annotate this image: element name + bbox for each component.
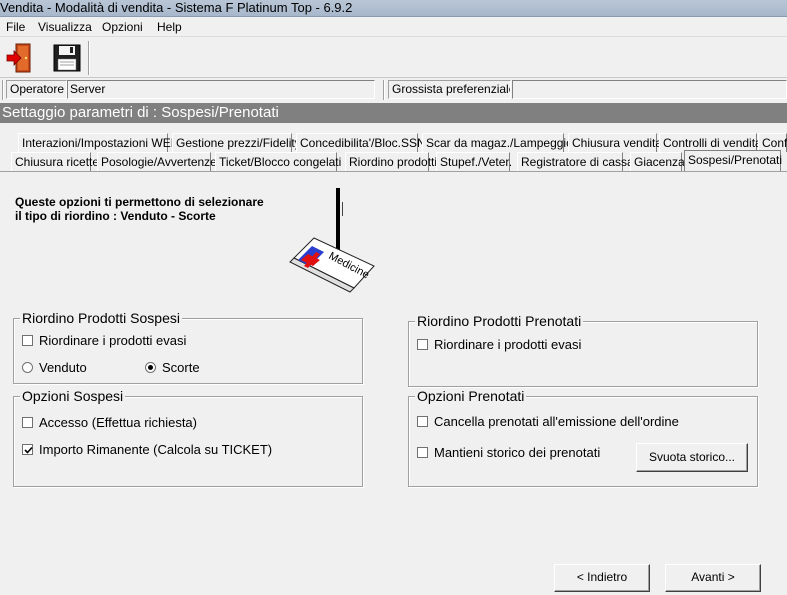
menu-help[interactable]: Help	[156, 19, 183, 35]
prenotati-evasi-label: Riordinare i prodotti evasi	[434, 337, 582, 352]
toolbar-separator	[88, 41, 90, 75]
grossista-field	[512, 80, 787, 99]
tab-riordino-prodotti[interactable]: Riordino prodotti	[345, 152, 437, 171]
radio-circle	[22, 362, 33, 373]
medicine-box-icon: Medicine	[289, 188, 375, 293]
checkbox-box	[22, 417, 33, 428]
svuota-storico-button[interactable]: Svuota storico...	[636, 443, 748, 472]
mantieni-storico-label: Mantieni storico dei prenotati	[434, 445, 601, 460]
title-bar: Vendita - Modalità di vendita - Sistema …	[0, 0, 787, 17]
back-button[interactable]: < Indietro	[554, 564, 650, 592]
info-separator	[2, 80, 4, 100]
tab-concedibilita[interactable]: Concedibilita'/Bloc.SSN	[296, 133, 426, 152]
tab-chiusura-vendita[interactable]: Chiusura vendita	[568, 133, 662, 152]
menu-visualizza[interactable]: Visualizza	[37, 19, 93, 35]
operatore-label: Operatore	[6, 80, 67, 99]
menu-opzioni[interactable]: Opzioni	[101, 19, 144, 35]
floppy-disk-icon	[53, 44, 81, 72]
checkmark-icon	[24, 446, 33, 454]
svuota-storico-label: Svuota storico...	[648, 450, 736, 464]
tab-panel-border	[0, 171, 787, 172]
accesso-label: Accesso (Effettua richiesta)	[39, 415, 197, 430]
importo-rimanente-label: Importo Rimanente (Calcola su TICKET)	[39, 442, 273, 457]
tab-gestione-prezzi[interactable]: Gestione prezzi/Fidelity	[172, 133, 301, 152]
riordino-prenotati-title: Riordino Prodotti Prenotati	[415, 313, 584, 329]
info-separator	[383, 80, 385, 100]
section-header: Settaggio parametri di : Sospesi/Prenota…	[0, 103, 787, 123]
tab-posologie[interactable]: Posologie/Avvertenze	[97, 152, 217, 171]
save-button[interactable]	[50, 41, 84, 75]
venduto-label: Venduto	[39, 360, 87, 375]
operatore-field: Server	[67, 80, 375, 99]
opzioni-prenotati-title: Opzioni Prenotati	[415, 388, 527, 404]
description: Queste opzioni ti permettono di selezion…	[15, 195, 264, 223]
grossista-label: Grossista preferenziale	[388, 80, 511, 99]
description-line2: il tipo di riordino : Venduto - Scorte	[15, 209, 216, 223]
toolbar	[0, 38, 787, 78]
info-bar: Operatore Server Grossista preferenziale	[0, 79, 787, 101]
next-button-label: Avanti >	[691, 570, 735, 584]
opzioni-sospesi-group: Opzioni Sospesi Accesso (Effettua richie…	[13, 388, 363, 487]
tab-giacenza[interactable]: Giacenza	[630, 152, 685, 171]
checkbox-box-checked	[22, 444, 33, 455]
tab-interazioni-web[interactable]: Interazioni/Impostazioni WEB	[18, 133, 179, 152]
opzioni-prenotati-group: Opzioni Prenotati Cancella prenotati all…	[408, 388, 758, 487]
tab-scar-magaz[interactable]: Scar da magaz./Lampeggio	[422, 133, 573, 152]
exit-button[interactable]	[4, 41, 38, 75]
riordino-prenotati-group: Riordino Prodotti Prenotati Riordinare i…	[408, 313, 758, 387]
window-title: Vendita - Modalità di vendita - Sistema …	[0, 0, 353, 15]
exit-door-icon	[6, 43, 31, 73]
tab-stupef-veter[interactable]: Stupef./Veter.	[436, 152, 512, 171]
opzioni-sospesi-title: Opzioni Sospesi	[20, 388, 126, 404]
menu-bar: File Visualizza Opzioni Help	[0, 17, 787, 37]
radio-circle-selected	[145, 362, 156, 373]
cancella-prenotati-label: Cancella prenotati all'emissione dell'or…	[434, 414, 679, 429]
checkbox-box	[22, 335, 33, 346]
radio-dot	[148, 365, 153, 370]
scorte-label: Scorte	[162, 360, 200, 375]
back-button-label: < Indietro	[576, 570, 628, 584]
riordino-sospesi-group: Riordino Prodotti Sospesi Riordinare i p…	[13, 310, 363, 384]
checkbox-box	[417, 339, 428, 350]
description-line1: Queste opzioni ti permettono di selezion…	[15, 195, 264, 209]
tab-ticket-blocco[interactable]: Ticket/Blocco congelati	[215, 152, 341, 171]
next-button[interactable]: Avanti >	[665, 564, 761, 592]
checkbox-box	[417, 447, 428, 458]
tab-sospesi-prenotati[interactable]: Sospesi/Prenotati	[684, 150, 782, 172]
checkbox-box	[417, 416, 428, 427]
menu-file[interactable]: File	[5, 19, 26, 35]
tab-chiusura-ricette[interactable]: Chiusura ricette	[11, 152, 99, 171]
riordino-sospesi-title: Riordino Prodotti Sospesi	[20, 310, 182, 326]
tab-registratore-cassa[interactable]: Registratore di cassa	[517, 152, 634, 171]
sospesi-evasi-label: Riordinare i prodotti evasi	[39, 333, 187, 348]
